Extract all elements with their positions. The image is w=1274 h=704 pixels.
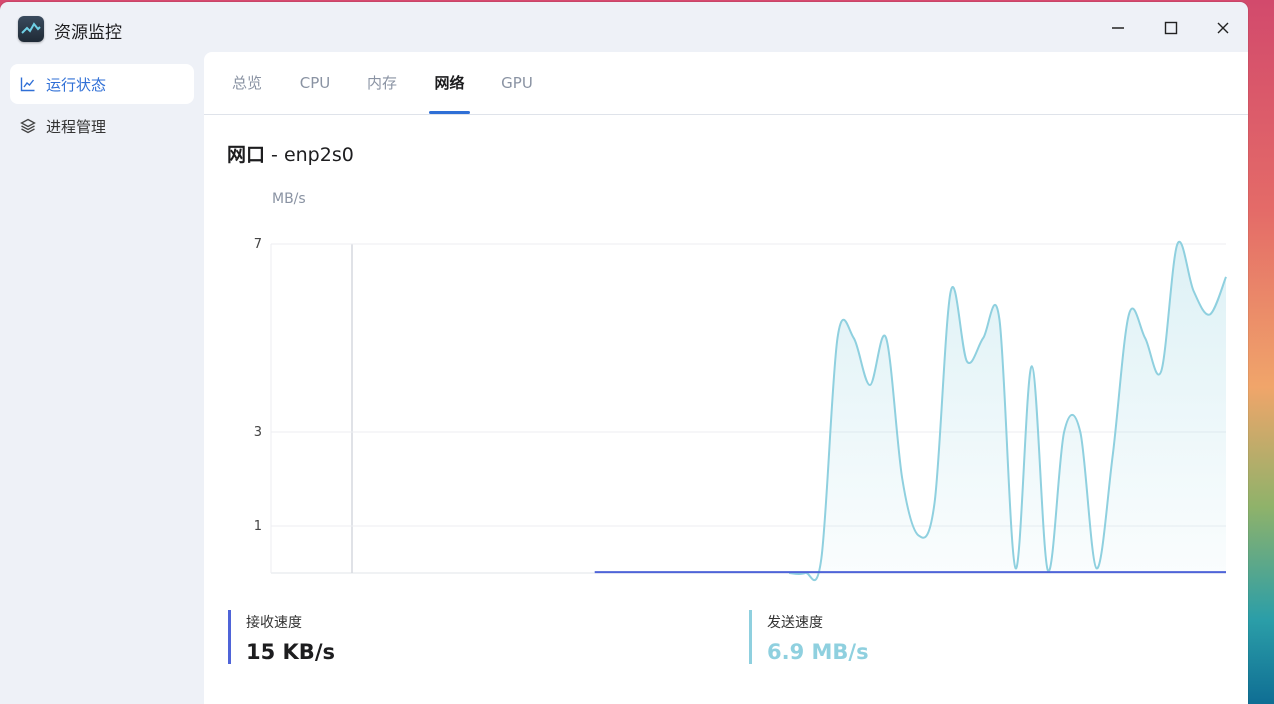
interface-title-bold: 网口 xyxy=(227,144,266,166)
main-content: 总览 CPU 内存 网络 GPU 网口 - enp2s0 MB/s 1 3 7 接收… xyxy=(204,52,1248,704)
receive-speed-label: 接收速度 xyxy=(246,615,302,631)
app-title: 资源监控 xyxy=(54,23,122,43)
app-window: 资源监控 运行状态 进程管理 总览 CPU 内存 网络 GPU 网口 - enp… xyxy=(0,2,1248,704)
network-speed-chart: 1 3 7 xyxy=(254,237,1227,582)
minimize-button[interactable] xyxy=(1101,12,1135,44)
y-tick-label: 3 xyxy=(254,425,262,440)
send-speed-value: 6.9 MB/s xyxy=(767,640,869,664)
sidebar-item-label: 运行状态 xyxy=(46,75,107,94)
layers-icon xyxy=(20,118,36,134)
tab-cpu[interactable]: CPU xyxy=(292,52,338,114)
minimize-icon xyxy=(1112,27,1124,29)
send-speed-area xyxy=(789,241,1226,581)
receive-speed-value: 15 KB/s xyxy=(246,640,335,664)
close-icon xyxy=(1217,22,1229,34)
app-monitor-icon xyxy=(18,16,44,42)
sidebar-item-processes[interactable]: 进程管理 xyxy=(10,106,194,146)
line-chart-icon xyxy=(20,76,36,92)
y-tick-label: 1 xyxy=(254,519,262,534)
sidebar-item-status[interactable]: 运行状态 xyxy=(10,64,194,104)
sidebar: 运行状态 进程管理 xyxy=(0,52,204,704)
interface-name: - enp2s0 xyxy=(265,144,354,166)
sidebar-item-label: 进程管理 xyxy=(46,117,107,136)
send-speed-label: 发送速度 xyxy=(767,615,823,631)
tab-network[interactable]: 网络 xyxy=(429,52,470,114)
title-bar: 资源监控 xyxy=(0,2,1248,52)
tab-overview[interactable]: 总览 xyxy=(224,52,270,114)
tab-gpu[interactable]: GPU xyxy=(494,52,540,114)
receive-speed-stat: 接收速度 15 KB/s xyxy=(228,610,335,664)
close-button[interactable] xyxy=(1206,12,1240,44)
interface-title: 网口 - enp2s0 xyxy=(227,140,354,167)
maximize-button[interactable] xyxy=(1154,12,1188,44)
tab-bar: 总览 CPU 内存 网络 GPU xyxy=(204,52,1248,115)
send-speed-stat: 发送速度 6.9 MB/s xyxy=(749,610,869,664)
tab-memory[interactable]: 内存 xyxy=(359,52,405,114)
maximize-icon xyxy=(1164,21,1178,35)
y-axis-unit: MB/s xyxy=(272,191,306,207)
y-tick-label: 7 xyxy=(254,237,262,252)
